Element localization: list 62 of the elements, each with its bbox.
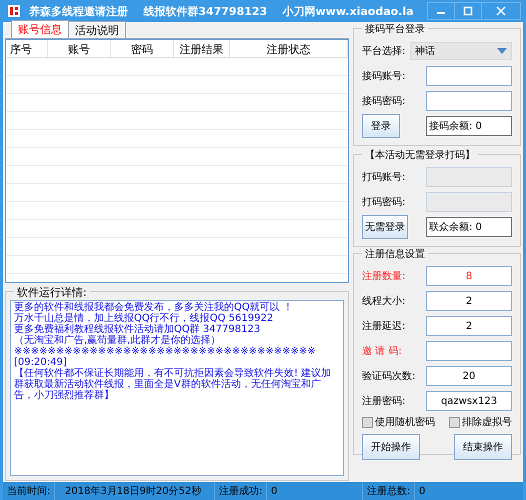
input-field[interactable]: qazwsx123 bbox=[426, 391, 512, 411]
field-label: 注册延迟: bbox=[362, 320, 406, 333]
input-field[interactable]: 2 bbox=[426, 316, 512, 336]
group-title: 注册信息设置 bbox=[362, 247, 428, 261]
field-label: 接码账号: bbox=[362, 70, 406, 83]
status-label: 当前时间: bbox=[3, 482, 55, 500]
status-value: 2018年3月18日9时20分52秒 bbox=[55, 482, 215, 500]
tab[interactable]: 活动说明 bbox=[68, 21, 126, 38]
checkbox[interactable] bbox=[449, 416, 460, 428]
input-field[interactable]: 20 bbox=[426, 366, 512, 386]
column-header[interactable]: 账号 bbox=[48, 40, 111, 59]
log-line: 更多的软件和线报我都会免费发布，多多关注我的QQ就可以 ！ bbox=[14, 302, 294, 313]
group-title: 软件运行详情: bbox=[14, 285, 90, 300]
field-label: 打码账号: bbox=[362, 170, 406, 184]
checkbox-label: 使用随机密码 bbox=[375, 416, 435, 429]
input-field[interactable] bbox=[426, 91, 512, 111]
log-line: [09:20:49] bbox=[14, 357, 67, 368]
input-field[interactable]: 8 bbox=[426, 266, 512, 286]
log-line: ※※※※※※※※※※※※※※※※※※※※※※※※※※※※※※※※※※※※ bbox=[14, 346, 317, 357]
column-header[interactable]: 注册结果 bbox=[174, 40, 230, 59]
log-line: 万水千山总是情，加上线报QQ行不行，线报QQ 5619922 bbox=[14, 313, 274, 324]
platform-dropdown[interactable]: 神话 bbox=[410, 42, 512, 60]
status-label: 注册总数: bbox=[363, 482, 415, 500]
column-header[interactable]: 密码 bbox=[111, 40, 174, 59]
checkbox[interactable] bbox=[362, 416, 373, 428]
status-value: 0 bbox=[418, 484, 426, 498]
action-button[interactable]: 开始操作 bbox=[362, 434, 420, 460]
field-label: 邀 请 码: bbox=[362, 344, 402, 358]
input-field[interactable]: 2 bbox=[426, 291, 512, 311]
log-line: 【任何软件都不保证长期能用，有不可抗拒因素会导致软件失效! 建议加群获取最新活动软件线报，里面全是V群的软件活动，无任何淘宝和广告，小刀强烈推荐群】 bbox=[14, 368, 332, 401]
action-button[interactable]: 结束操作 bbox=[454, 434, 512, 460]
status-label: 注册成功: bbox=[215, 482, 267, 500]
field-label: 验证码次数: bbox=[362, 370, 416, 383]
group-title: 【本活动无需登录打码】 bbox=[362, 148, 478, 162]
field-label: 平台选择: bbox=[362, 44, 406, 58]
dropdown-arrow-icon bbox=[497, 48, 507, 54]
balance-display: 接码余额: 0 bbox=[426, 116, 512, 136]
field-label: 打码密码: bbox=[362, 196, 406, 209]
login-button[interactable]: 无需登录 bbox=[362, 215, 408, 239]
tab[interactable]: 账号信息 bbox=[11, 20, 69, 38]
checkbox-label: 排除虚拟号 bbox=[462, 416, 512, 429]
app-icon bbox=[7, 4, 21, 18]
log-line: （无淘宝和广告,赢苟量群,此群才是你的选择） bbox=[14, 335, 222, 346]
close-button[interactable] bbox=[481, 2, 521, 20]
maximize-icon bbox=[463, 6, 473, 16]
field-label: 线程大小: bbox=[362, 294, 406, 308]
field-label: 注册数量: bbox=[362, 270, 406, 283]
status-value: 0 bbox=[267, 482, 363, 500]
maximize-button[interactable] bbox=[454, 2, 482, 20]
minimize-button[interactable] bbox=[427, 2, 455, 20]
column-header[interactable]: 注册状态 bbox=[230, 40, 348, 59]
input-field[interactable] bbox=[426, 341, 512, 361]
log-line: 更多免费福利教程线报软件活动请加QQ群 347798123 bbox=[14, 324, 262, 335]
field-label: 注册密码: bbox=[362, 394, 406, 408]
input-field[interactable] bbox=[426, 66, 512, 86]
balance-display: 联众余额: 0 bbox=[426, 217, 512, 237]
column-header[interactable]: 序号 bbox=[6, 40, 48, 59]
window-title: 养森多线程邀请注册 线报软件群347798123 小刀网www.xiaodao.la bbox=[29, 4, 415, 18]
close-icon bbox=[496, 6, 506, 16]
field-label: 接码密码: bbox=[362, 94, 406, 108]
login-button[interactable]: 登录 bbox=[362, 114, 400, 138]
group-title: 接码平台登录 bbox=[362, 22, 428, 36]
